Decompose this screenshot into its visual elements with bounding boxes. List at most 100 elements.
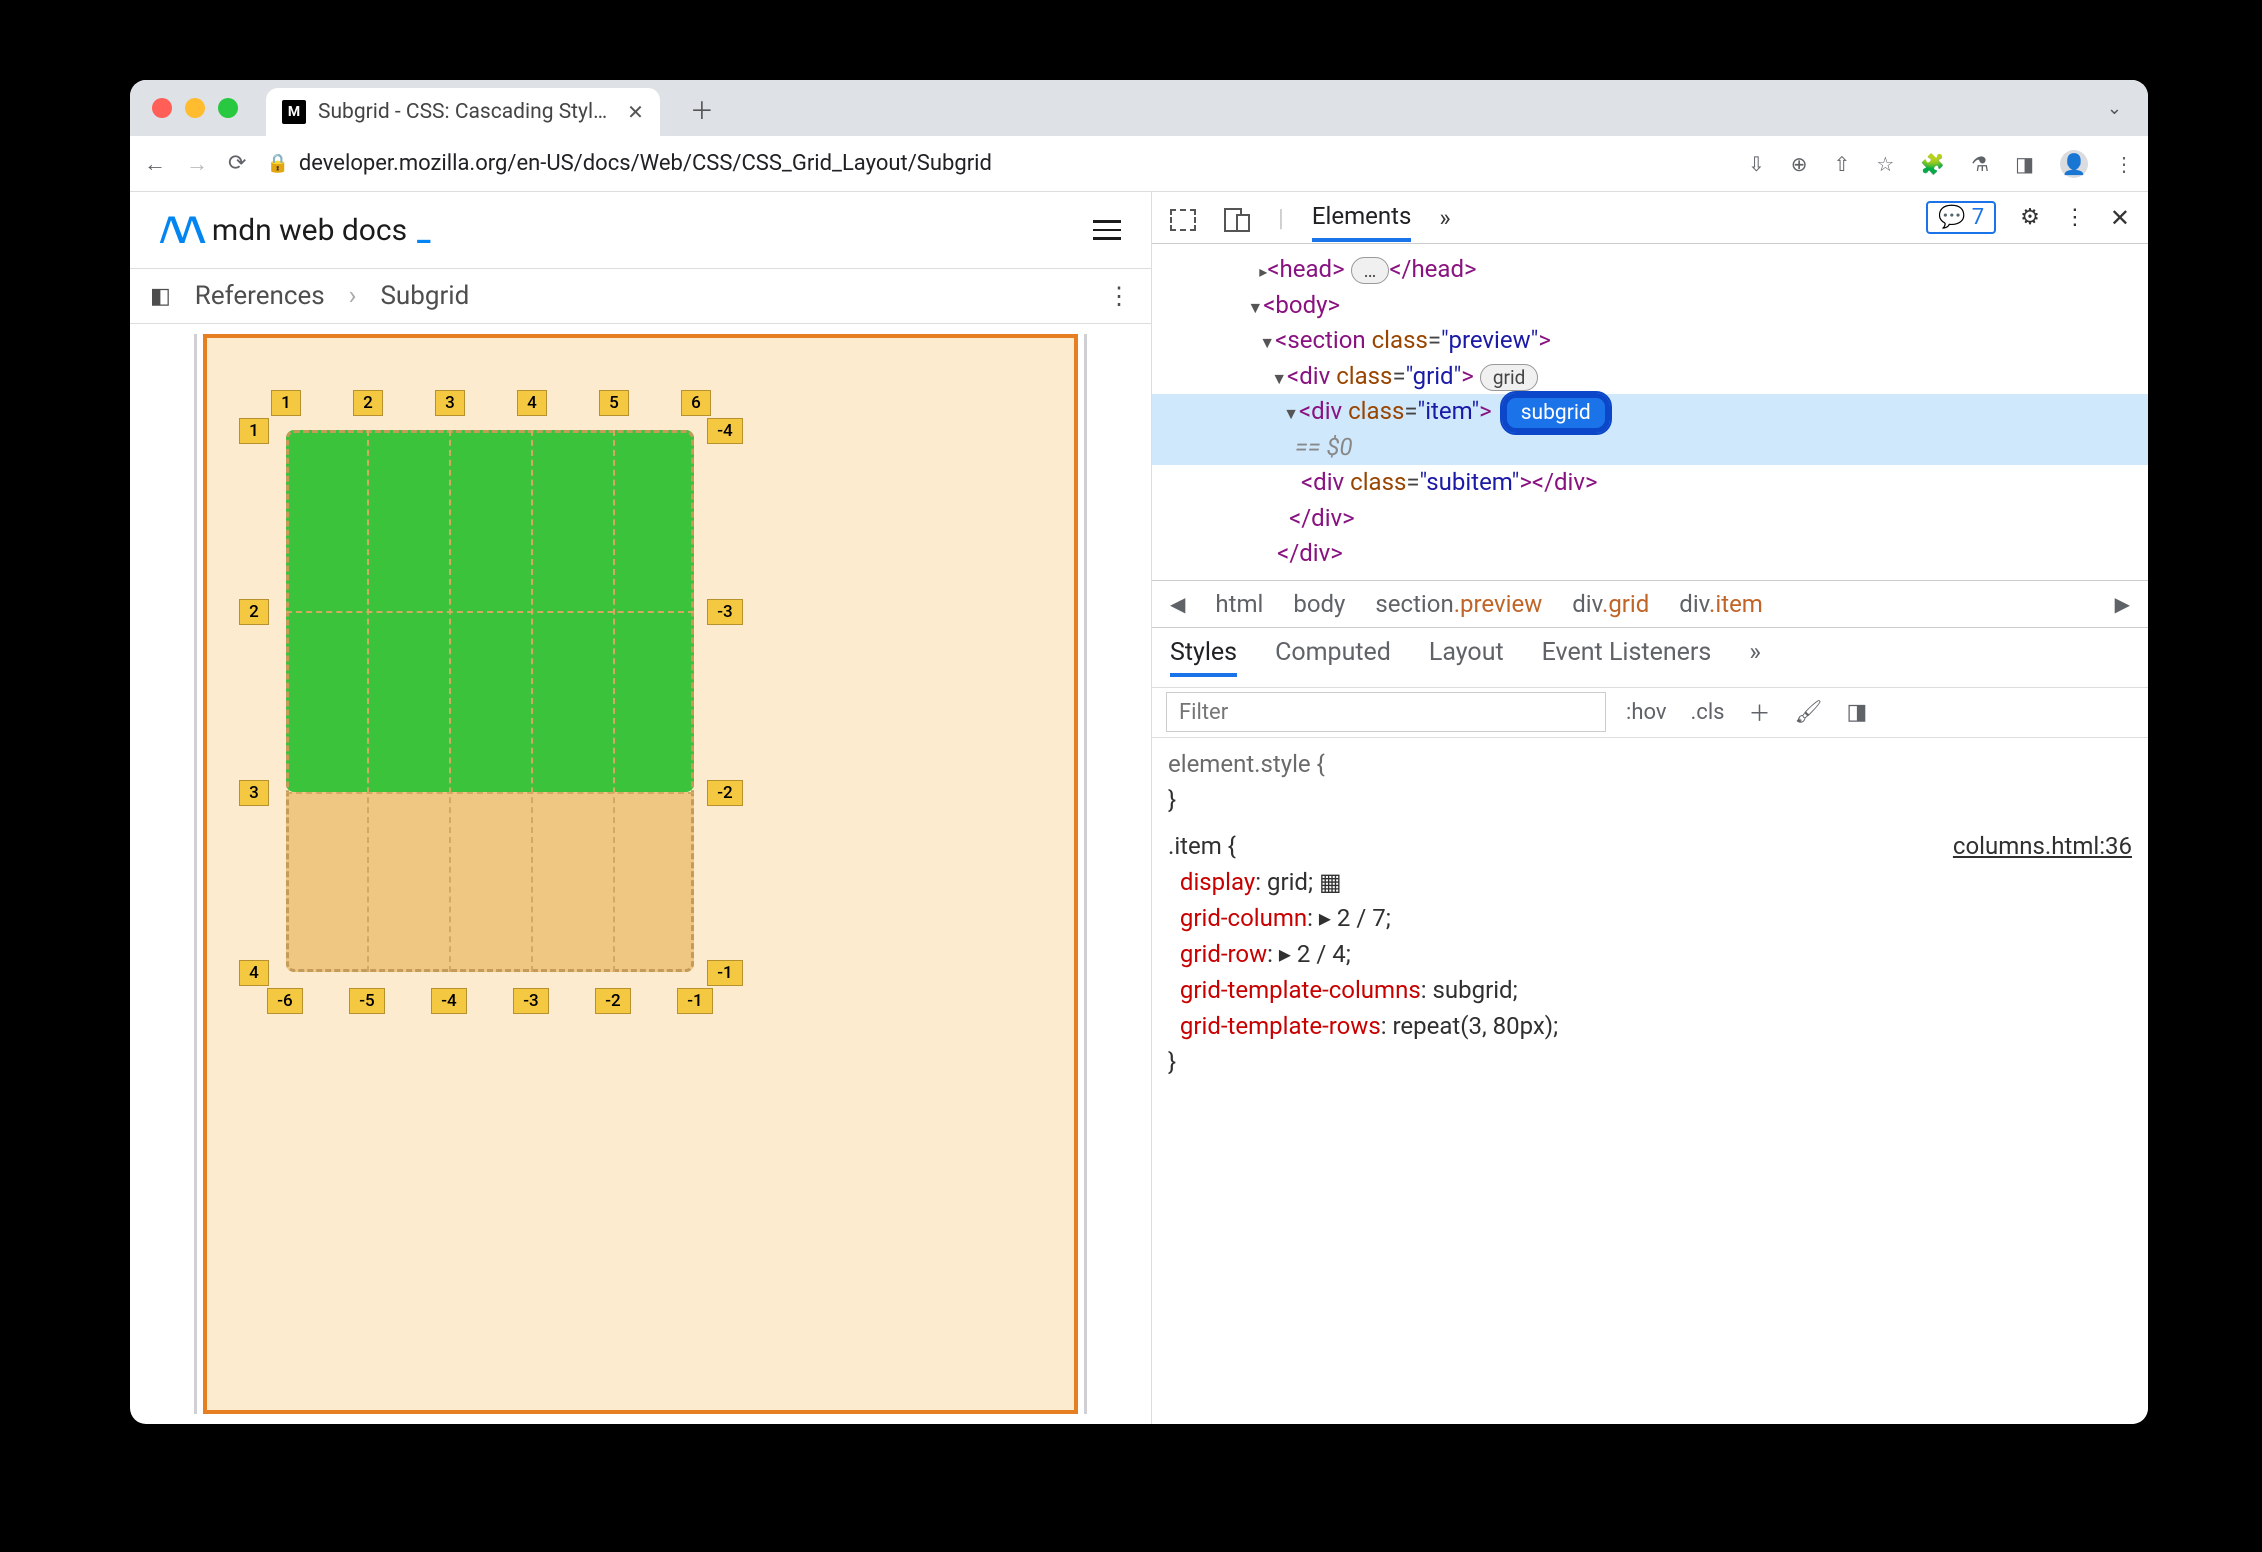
lock-icon: 🔒 bbox=[266, 153, 288, 174]
bookmark-icon[interactable]: ☆ bbox=[1876, 152, 1894, 176]
grid-label: -1 bbox=[707, 960, 743, 986]
paint-icon[interactable]: 🖌 bbox=[1795, 700, 1823, 725]
dom-line[interactable]: </div> bbox=[1152, 536, 2148, 572]
subgrid-badge[interactable]: subgrid bbox=[1502, 393, 1610, 433]
cls-toggle[interactable]: .cls bbox=[1691, 700, 1725, 725]
dom-breadcrumb[interactable]: ◀ html body section.preview div.grid div… bbox=[1152, 580, 2148, 628]
mdn-logo-icon: /\/\ bbox=[160, 210, 202, 250]
css-prop[interactable]: grid-row bbox=[1180, 940, 1267, 968]
grid-icon[interactable]: ▦ bbox=[1319, 868, 1342, 896]
breadcrumb-subgrid[interactable]: Subgrid bbox=[380, 281, 469, 311]
url-text: developer.mozilla.org/en-US/docs/Web/CSS… bbox=[299, 151, 992, 176]
css-prop[interactable]: grid-template-rows bbox=[1180, 1012, 1381, 1040]
grid-label: 1 bbox=[271, 390, 301, 416]
minimize-window[interactable] bbox=[185, 98, 205, 118]
extensions-icon[interactable]: 🧩 bbox=[1920, 152, 1945, 176]
sidepanel-icon[interactable]: ◨ bbox=[2015, 152, 2034, 176]
chevron-left-icon[interactable]: ◀ bbox=[1170, 592, 1185, 616]
tab-layout[interactable]: Layout bbox=[1429, 638, 1504, 677]
bc-div-grid[interactable]: div.grid bbox=[1572, 590, 1649, 618]
profile-avatar[interactable]: 👤 bbox=[2060, 150, 2088, 178]
forward-button[interactable]: → bbox=[186, 151, 208, 177]
dom-line[interactable]: </div> bbox=[1152, 501, 2148, 537]
breadcrumb-references[interactable]: References bbox=[195, 281, 325, 311]
grid-badge[interactable]: grid bbox=[1480, 364, 1538, 391]
back-button[interactable]: ← bbox=[144, 151, 166, 177]
grid-label: 4 bbox=[239, 960, 269, 986]
settings-icon[interactable]: ⚙ bbox=[2020, 205, 2040, 230]
grid-label: 2 bbox=[239, 599, 269, 625]
hamburger-menu[interactable] bbox=[1093, 220, 1121, 240]
dom-line[interactable]: ▼<section class="preview"> bbox=[1152, 323, 2148, 359]
css-prop[interactable]: grid-template-columns bbox=[1180, 976, 1421, 1004]
grid-label: -1 bbox=[677, 988, 713, 1014]
inspect-element-icon[interactable] bbox=[1170, 205, 1196, 231]
more-panels-icon[interactable]: » bbox=[1439, 204, 1450, 232]
bc-body[interactable]: body bbox=[1293, 590, 1345, 618]
issues-badge[interactable]: 💬 7 bbox=[1926, 201, 1996, 234]
page-menu-icon[interactable]: ⋮ bbox=[1107, 282, 1131, 310]
tab-event-listeners[interactable]: Event Listeners bbox=[1542, 638, 1712, 677]
reload-button[interactable]: ⟳ bbox=[228, 151, 246, 176]
more-tabs-icon[interactable]: » bbox=[1749, 638, 1761, 677]
close-devtools-icon[interactable]: ✕ bbox=[2110, 204, 2130, 232]
grid-label: -2 bbox=[595, 988, 631, 1014]
element-style: element.style { bbox=[1168, 750, 1325, 778]
sidebar-toggle-icon[interactable]: ◧ bbox=[150, 284, 171, 309]
devtools-menu-icon[interactable]: ⋮ bbox=[2064, 205, 2086, 230]
browser-window: M Subgrid - CSS: Cascading Styl… ✕ ＋ ⌄ ←… bbox=[130, 80, 2148, 1424]
zoom-icon[interactable]: ⊕ bbox=[1791, 152, 1808, 176]
grid-label: -3 bbox=[513, 988, 549, 1014]
filter-input[interactable] bbox=[1166, 692, 1606, 732]
styles-body[interactable]: element.style { } .item {columns.html:36… bbox=[1152, 738, 2148, 1088]
new-tab-button[interactable]: ＋ bbox=[690, 91, 714, 126]
close-tab-icon[interactable]: ✕ bbox=[627, 100, 644, 124]
labs-icon[interactable]: ⚗ bbox=[1971, 152, 1989, 176]
styles-filter-row: :hov .cls ＋ 🖌 ◨ bbox=[1152, 688, 2148, 738]
elements-tab[interactable]: Elements bbox=[1312, 194, 1411, 242]
dom-line-selected[interactable]: ▼<div class="item">subgrid bbox=[1152, 394, 2148, 430]
css-prop[interactable]: grid-column bbox=[1180, 904, 1307, 932]
url-field[interactable]: 🔒 developer.mozilla.org/en-US/docs/Web/C… bbox=[266, 151, 1728, 176]
grid-label: 2 bbox=[353, 390, 383, 416]
install-icon[interactable]: ⇩ bbox=[1748, 152, 1765, 176]
mdn-logo[interactable]: /\/\ mdn web docs _ bbox=[160, 210, 430, 250]
css-prop[interactable]: display bbox=[1180, 868, 1255, 896]
grid-label: -4 bbox=[431, 988, 467, 1014]
tab-overflow-icon[interactable]: ⌄ bbox=[2107, 98, 2122, 119]
dom-line[interactable]: ▸<head>…</head> bbox=[1152, 252, 2148, 288]
breadcrumb: ◧ References › Subgrid ⋮ bbox=[130, 269, 1151, 324]
hov-toggle[interactable]: :hov bbox=[1626, 700, 1667, 725]
dom-line[interactable]: ▼<body> bbox=[1152, 288, 2148, 324]
item-selector: .item { bbox=[1168, 832, 1236, 860]
dom-line[interactable]: <div class="subitem"></div> bbox=[1152, 465, 2148, 501]
mdn-header: /\/\ mdn web docs _ bbox=[130, 192, 1151, 269]
chrome-menu-icon[interactable]: ⋮ bbox=[2114, 152, 2134, 176]
share-icon[interactable]: ⇧ bbox=[1834, 152, 1851, 176]
device-toolbar-icon[interactable] bbox=[1224, 205, 1250, 231]
bc-section[interactable]: section.preview bbox=[1375, 590, 1542, 618]
tab-styles[interactable]: Styles bbox=[1170, 638, 1237, 677]
styles-tabs: Styles Computed Layout Event Listeners » bbox=[1152, 628, 2148, 688]
source-link[interactable]: columns.html:36 bbox=[1953, 828, 2132, 864]
dom-tree[interactable]: ▸<head>…</head> ▼<body> ▼<section class=… bbox=[1152, 244, 2148, 580]
grid-label: -2 bbox=[707, 780, 743, 806]
sidebar-icon[interactable]: ◨ bbox=[1846, 700, 1867, 725]
browser-tab[interactable]: M Subgrid - CSS: Cascading Styl… ✕ bbox=[266, 88, 660, 136]
grid-outline bbox=[286, 430, 694, 972]
bc-html[interactable]: html bbox=[1215, 590, 1263, 618]
chevron-right-icon[interactable]: ▶ bbox=[2115, 592, 2130, 616]
grid-label: -5 bbox=[349, 988, 385, 1014]
maximize-window[interactable] bbox=[218, 98, 238, 118]
bc-div-item[interactable]: div.item bbox=[1679, 590, 1763, 618]
tab-computed[interactable]: Computed bbox=[1275, 638, 1391, 677]
dom-line[interactable]: ▼<div class="grid">grid bbox=[1152, 359, 2148, 395]
dom-eq0: == $0 bbox=[1152, 430, 2148, 466]
close-window[interactable] bbox=[152, 98, 172, 118]
new-rule-icon[interactable]: ＋ bbox=[1749, 696, 1771, 728]
grid-line bbox=[531, 430, 533, 972]
devtools-tabs: | Elements » 💬 7 ⚙ ⋮ ✕ bbox=[1152, 192, 2148, 244]
grid-label: 3 bbox=[435, 390, 465, 416]
mdn-favicon: M bbox=[282, 100, 306, 124]
grid-line bbox=[286, 792, 694, 794]
